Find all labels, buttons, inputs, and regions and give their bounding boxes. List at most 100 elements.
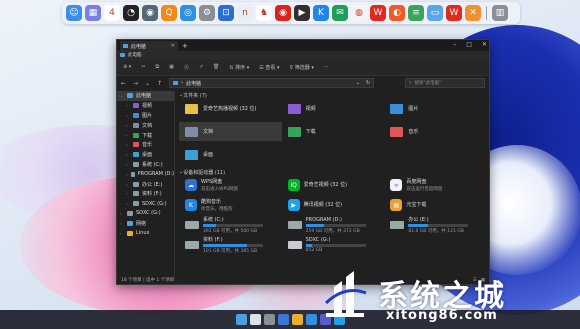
new-tab-icon[interactable]: +	[182, 42, 188, 50]
folders-section-header[interactable]: ⌄ 文件夹 (7)	[179, 91, 487, 99]
sidebar-item[interactable]: ⌄ 此电脑	[117, 91, 174, 101]
edge-icon[interactable]	[305, 314, 317, 325]
cut-icon[interactable]: ✂	[141, 64, 145, 70]
folder-item[interactable]: 下载	[282, 122, 385, 141]
expand-chevron-icon[interactable]: ›	[126, 123, 130, 128]
forward-icon[interactable]: →	[133, 80, 138, 87]
photo-icon[interactable]: ◉	[142, 5, 158, 21]
sidebar-item[interactable]: › 下载	[117, 130, 174, 140]
wps-office-icon[interactable]: W	[446, 5, 462, 21]
minimize-icon[interactable]: –	[453, 41, 456, 48]
safari-icon[interactable]: ◎	[180, 5, 196, 21]
expand-chevron-icon[interactable]: ›	[126, 152, 130, 157]
expand-chevron-icon[interactable]: ›	[126, 191, 130, 196]
drive-item[interactable]: SDXC (G:) 852 GB	[282, 236, 385, 254]
expand-chevron-icon[interactable]: ›	[126, 113, 130, 118]
folder-item[interactable]: 爱奇艺热播视频 (32 位)	[179, 99, 282, 118]
sidebar-item[interactable]: › 图片	[117, 111, 174, 121]
sort-button[interactable]: ⇅ 排序 ▾	[229, 64, 249, 71]
app-shortcut-item[interactable]: K 酷狗音乐 听音乐，用酷狗	[179, 196, 282, 214]
drive-item[interactable]: 资料 (F:) 101 GB 可用，共 385 GB	[179, 236, 282, 254]
trash-icon[interactable]: ▥	[492, 5, 508, 21]
search-app-icon[interactable]: Q	[161, 5, 177, 21]
devices-section-header[interactable]: ⌄ 设备和驱动器 (11)	[179, 168, 487, 176]
folder-icon[interactable]: ▭	[427, 5, 443, 21]
close-window-icon[interactable]: ✕	[482, 41, 487, 48]
expand-chevron-icon[interactable]: ›	[120, 231, 124, 236]
wps-icon[interactable]: W	[370, 5, 386, 21]
widgets-icon[interactable]	[277, 314, 289, 325]
drive-item[interactable]: 办公 (E:) 81.6 GB 可用，共 121 GB	[384, 216, 487, 234]
clock-icon[interactable]: ◔	[123, 5, 139, 21]
app-shortcut-item[interactable]: iQ 爱奇艺视频 (32 位)	[282, 176, 385, 194]
maximize-icon[interactable]: □	[466, 41, 472, 48]
pane-divider[interactable]	[174, 91, 175, 277]
chat-icon[interactable]: ✉	[332, 5, 348, 21]
app-shortcut-item[interactable]: ☁ WPS网盘 双击进入WPS网盘	[179, 176, 282, 194]
qq-icon[interactable]: ♞	[256, 5, 272, 21]
file-explorer-icon[interactable]	[291, 314, 303, 325]
sidebar-item[interactable]: › 系统 (C:)	[117, 160, 174, 170]
paste-icon[interactable]: ▣	[169, 64, 174, 70]
search-input[interactable]: ⌕ 搜索"此电脑"	[405, 78, 485, 88]
sidebar-item[interactable]: › PROGRAM (D:)	[117, 169, 174, 179]
drive-item[interactable]: PROGRAM (D:) 259 GB 可用，共 372 GB	[282, 216, 385, 234]
expand-chevron-icon[interactable]: ⌄	[120, 93, 124, 98]
drive-item[interactable]: 系统 (C:) 392 GB 可用，共 500 GB	[179, 216, 282, 234]
view-button[interactable]: ☰ 查看 ▾	[259, 64, 279, 71]
sidebar-item[interactable]: › 桌面	[117, 150, 174, 160]
sidebar-item[interactable]: › SDXC (G:)	[117, 209, 174, 219]
nfs-icon[interactable]: n	[237, 5, 253, 21]
sidebar-item[interactable]: › 文档	[117, 120, 174, 130]
share-icon[interactable]: ↗	[199, 64, 203, 70]
files-icon[interactable]: ≡	[408, 5, 424, 21]
app-shortcut-item[interactable]: ▤ 元宝下载	[384, 196, 487, 214]
expand-chevron-icon[interactable]: ›	[126, 133, 130, 138]
expand-chevron-icon[interactable]: ›	[120, 221, 124, 226]
back-icon[interactable]: ←	[121, 80, 126, 87]
kugou-icon[interactable]: K	[313, 5, 329, 21]
folder-item[interactable]: 音乐	[384, 122, 487, 141]
sidebar-item[interactable]: › SDXC (G:)	[117, 199, 174, 209]
recent-icon[interactable]: ⌄	[145, 80, 150, 87]
search-icon[interactable]	[249, 314, 261, 325]
more-options-icon[interactable]: ···	[324, 64, 329, 70]
task-view-icon[interactable]	[263, 314, 275, 325]
sidebar-item[interactable]: › 网络	[117, 218, 174, 228]
delete-icon[interactable]: 🗑	[213, 64, 219, 70]
start-icon[interactable]	[235, 314, 247, 325]
sidebar-item[interactable]: › 音乐	[117, 140, 174, 150]
expand-chevron-icon[interactable]: ›	[126, 172, 128, 177]
expand-chevron-icon[interactable]: ›	[126, 182, 130, 187]
copy-icon[interactable]: ⧉	[156, 64, 160, 70]
video-player-icon[interactable]: ▶	[294, 5, 310, 21]
up-icon[interactable]: ↑	[157, 80, 162, 87]
rename-icon[interactable]: Ⓐ	[184, 64, 189, 71]
expand-chevron-icon[interactable]: ›	[120, 211, 124, 216]
folder-item[interactable]: 桌面	[179, 145, 282, 164]
remote-desktop-icon[interactable]: ⊡	[218, 5, 234, 21]
app-shortcut-item[interactable]: ∞ 百度网盘 双击运行百度网盘	[384, 176, 487, 194]
launchpad-icon[interactable]: ▦	[85, 5, 101, 21]
close-tab-icon[interactable]: ✕	[171, 43, 175, 49]
address-bar[interactable]: › 此电脑 ⌄ ↻	[169, 78, 375, 88]
new-item-icon[interactable]: ⊕ ▾	[123, 64, 131, 70]
weibo-icon[interactable]: ◍	[351, 5, 367, 21]
sidebar-item[interactable]: › Linux	[117, 228, 174, 238]
expand-chevron-icon[interactable]: ›	[126, 162, 130, 167]
folder-item[interactable]: 文档	[179, 122, 282, 141]
sidebar-item[interactable]: › 办公 (E:)	[117, 179, 174, 189]
finder-icon[interactable]: ☺	[66, 5, 82, 21]
browser-icon[interactable]: ◐	[389, 5, 405, 21]
expand-chevron-icon[interactable]: ›	[126, 142, 130, 147]
settings-icon[interactable]: ⚙	[199, 5, 215, 21]
orange-app-icon[interactable]: ✕	[465, 5, 481, 21]
history-dropdown-icon[interactable]: ⌄	[356, 80, 360, 86]
folder-item[interactable]: 视频	[282, 99, 385, 118]
refresh-icon[interactable]: ↻	[366, 80, 370, 86]
expand-chevron-icon[interactable]: ›	[126, 201, 130, 206]
expand-chevron-icon[interactable]: ›	[126, 103, 130, 108]
filter-button[interactable]: ⊽ 筛选器 ▾	[290, 64, 314, 71]
app-shortcut-item[interactable]: ▶ 腾讯视频 (32 位)	[282, 196, 385, 214]
calendar-icon[interactable]: 4	[104, 5, 120, 21]
